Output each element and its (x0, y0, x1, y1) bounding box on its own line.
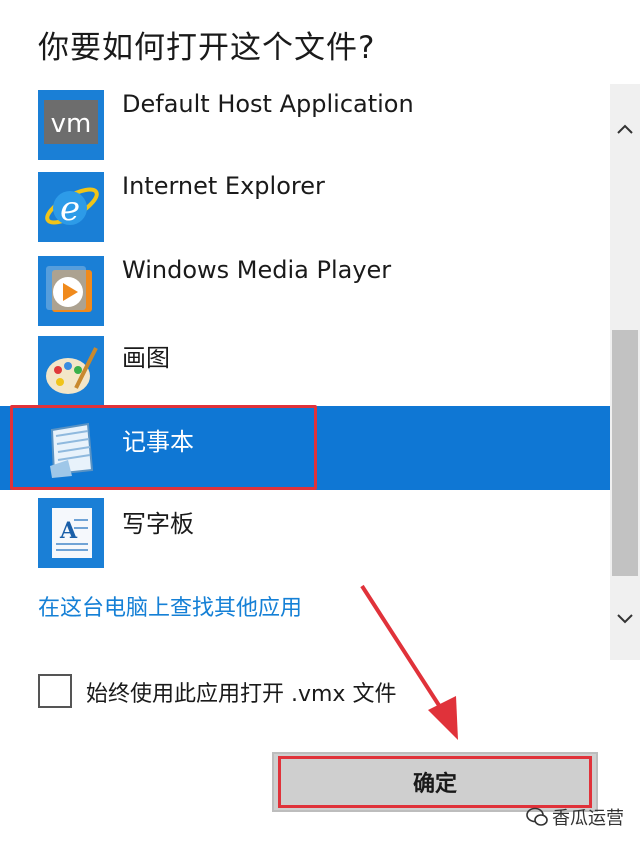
chevron-down-icon (617, 614, 633, 624)
always-use-checkbox[interactable] (38, 674, 72, 708)
notepad-icon (38, 414, 104, 484)
app-item-default-host[interactable]: vm Default Host Application (0, 84, 610, 168)
app-item-windows-media-player[interactable]: Windows Media Player (0, 252, 610, 336)
svg-text:e: e (60, 189, 80, 229)
app-label: Default Host Application (122, 90, 414, 118)
arrow-annotation-icon (360, 584, 458, 740)
find-more-apps-link[interactable]: 在这台电脑上查找其他应用 (38, 590, 302, 622)
dialog-title: 你要如何打开这个文件? (38, 30, 376, 66)
app-label: 画图 (122, 344, 170, 372)
vm-icon: vm (38, 90, 104, 160)
chevron-up-icon (617, 124, 633, 134)
app-label: 记事本 (122, 428, 194, 456)
app-item-wordpad[interactable]: A 写字板 (0, 490, 610, 574)
ok-button[interactable]: 确定 (272, 752, 598, 812)
vm-icon-text: vm (51, 109, 92, 139)
scrollbar[interactable] (610, 84, 640, 660)
wechat-icon (526, 807, 548, 826)
svg-text:A: A (59, 518, 78, 544)
internet-explorer-icon: e (38, 172, 104, 242)
app-list: vm Default Host Application e Internet E… (0, 84, 610, 660)
watermark: 香瓜运营 (526, 804, 624, 830)
scroll-down-button[interactable] (610, 604, 640, 634)
app-label: 写字板 (122, 510, 194, 538)
scroll-up-button[interactable] (610, 114, 640, 144)
wordpad-icon: A (38, 498, 104, 568)
paint-palette-icon (38, 336, 104, 406)
app-item-notepad[interactable]: 记事本 (0, 406, 610, 490)
app-label: Internet Explorer (122, 172, 325, 200)
scroll-thumb[interactable] (612, 330, 638, 576)
app-label: Windows Media Player (122, 256, 392, 284)
watermark-text: 香瓜运营 (552, 808, 624, 829)
media-player-icon (38, 256, 104, 326)
app-item-internet-explorer[interactable]: e Internet Explorer (0, 168, 610, 252)
